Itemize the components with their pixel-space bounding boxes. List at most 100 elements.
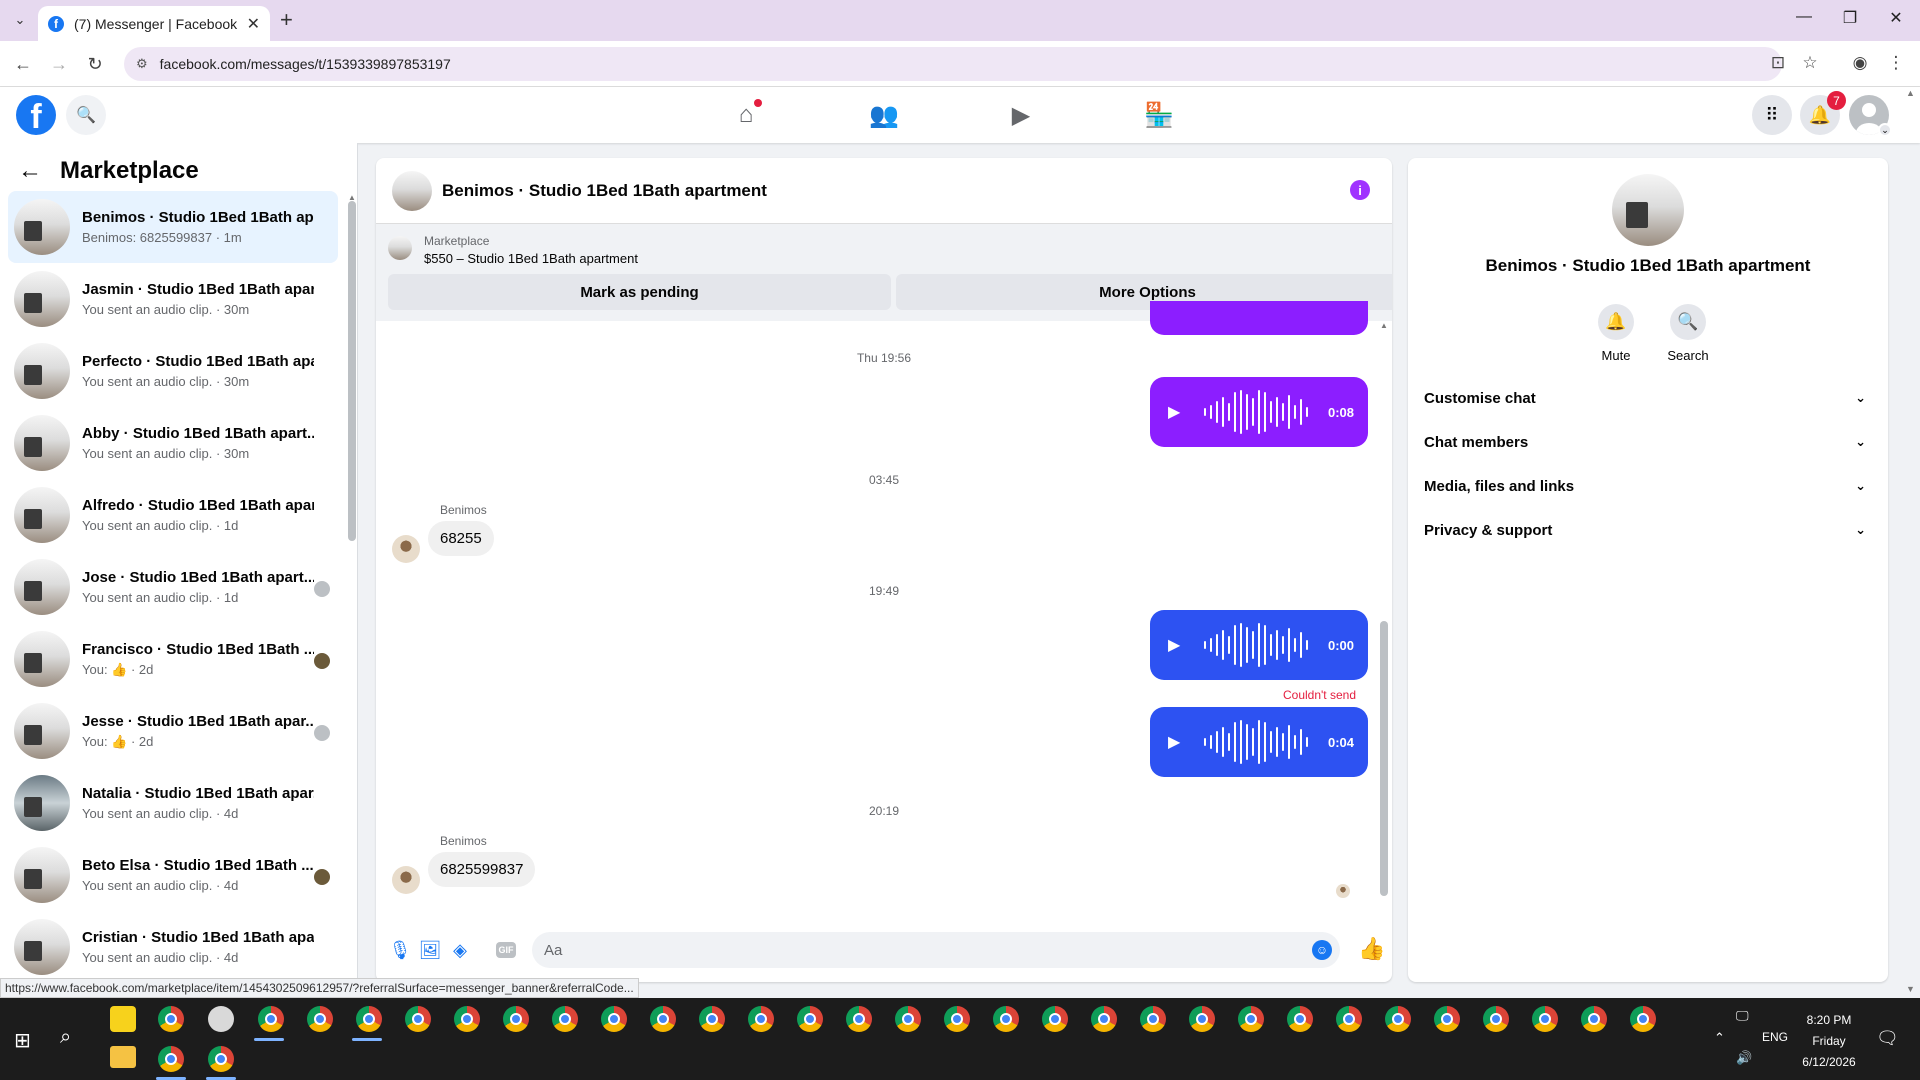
bookmark-star-icon[interactable]: ☆ [1798,53,1822,73]
conversation-item[interactable]: Jasmin · Studio 1Bed 1Bath apart... You s… [8,263,338,335]
play-icon[interactable]: ▶ [1168,635,1196,655]
chrome-window-icon[interactable] [1385,1006,1411,1032]
chrome-window-icon[interactable] [944,1006,970,1032]
chrome-window-icon[interactable] [1042,1006,1068,1032]
play-icon[interactable]: ▶ [1168,732,1196,752]
photo-icon[interactable]: 🖼 [418,938,442,962]
taskbar-clock[interactable]: 8:20 PM Friday 6/12/2026 [1784,1010,1874,1073]
incoming-message[interactable]: 6825599837 [428,852,536,887]
chrome-window-icon[interactable] [356,1006,382,1032]
conversation-item[interactable]: Cristian · Studio 1Bed 1Bath apar... You … [8,911,338,983]
browser-menu-icon[interactable]: ⋮ [1884,53,1908,73]
audio-message-partial[interactable] [1150,301,1368,335]
volume-icon[interactable]: 🔊 [1736,1050,1752,1066]
conversation-item[interactable]: Abby · Studio 1Bed 1Bath apart... You sen… [8,407,338,479]
back-arrow-icon[interactable]: ← [18,157,42,185]
chrome-window-icon[interactable] [1336,1006,1362,1032]
audio-message[interactable]: ▶ 0:00 [1150,610,1368,680]
taskbar-search-icon[interactable]: ⌕ [60,1026,71,1049]
chrome-window-icon[interactable] [208,1046,234,1072]
conversation-item[interactable]: Beto Elsa · Studio 1Bed 1Bath ... You sen… [8,839,338,911]
audio-message[interactable]: ▶ 0:08 [1150,377,1368,447]
tray-chevron-up-icon[interactable]: ⌃ [1714,1030,1725,1046]
chrome-window-icon[interactable] [1091,1006,1117,1032]
notifications-bell-icon[interactable]: 🔔 7 [1800,91,1846,135]
forward-arrow-icon[interactable]: → [46,51,72,77]
chrome-window-icon[interactable] [895,1006,921,1032]
conversation-item[interactable]: Jose · Studio 1Bed 1Bath apart... You sen… [8,551,338,623]
chrome-window-icon[interactable] [601,1006,627,1032]
message-input[interactable]: Aa ☺ [532,932,1340,968]
chrome-window-icon[interactable] [552,1006,578,1032]
file-explorer-icon[interactable] [110,1046,136,1068]
chat-title[interactable]: Benimos · Studio 1Bed 1Bath apartment [442,181,767,201]
address-bar[interactable]: ⚙ facebook.com/messages/t/15393398978531… [124,47,1782,81]
install-app-icon[interactable]: ⊡ [1766,53,1790,73]
new-tab-plus-icon[interactable]: + [280,8,293,32]
page-scroll-down-arrow-icon[interactable]: ▼ [1906,984,1915,994]
chrome-window-icon[interactable] [1434,1006,1460,1032]
customise-chat-row[interactable]: Customise chat ⌄ [1424,380,1872,416]
audio-message[interactable]: ▶ 0:04 [1150,707,1368,777]
minimize-icon[interactable]: — [1784,8,1824,26]
facebook-logo-icon[interactable]: f [16,95,56,135]
notification-center-icon[interactable]: 🗨 [1876,1028,1899,1049]
conversation-item[interactable]: Natalia · Studio 1Bed 1Bath apar... You s… [8,767,338,839]
mute-button[interactable]: 🔔 Mute [1586,304,1646,363]
chrome-window-icon[interactable] [454,1006,480,1032]
chrome-window-icon[interactable] [1581,1006,1607,1032]
chrome-window-icon[interactable] [1630,1006,1656,1032]
chrome-window-icon[interactable] [1189,1006,1215,1032]
chrome-window-icon[interactable] [797,1006,823,1032]
conversation-item[interactable]: Jesse · Studio 1Bed 1Bath apar... You: 👍 … [8,695,338,767]
conversation-item[interactable]: Francisco · Studio 1Bed 1Bath ... You: 👍 … [8,623,338,695]
chrome-window-icon[interactable] [158,1046,184,1072]
site-info-icon[interactable]: ⚙ [136,56,148,72]
account-chevron-down-icon[interactable]: ⌄ [1878,123,1892,137]
video-icon[interactable]: ▶ [999,93,1043,137]
conversation-item[interactable]: Alfredo · Studio 1Bed 1Bath apar... You s… [8,479,338,551]
search-conversation-button[interactable]: 🔍 Search [1658,304,1718,363]
play-icon[interactable]: ▶ [1168,402,1196,422]
chrome-window-icon[interactable] [1287,1006,1313,1032]
media-files-links-row[interactable]: Media, files and links ⌄ [1424,468,1872,504]
tab-list-chevron-icon[interactable]: ⌄ [8,8,32,32]
listing-thumbnail[interactable] [388,236,412,260]
privacy-support-row[interactable]: Privacy & support ⌄ [1424,512,1872,548]
chat-avatar[interactable] [392,170,432,211]
home-icon[interactable]: ⌂ [724,93,768,137]
chrome-window-icon[interactable] [1238,1006,1264,1032]
page-scroll-up-arrow-icon[interactable]: ▲ [1906,88,1915,98]
window-close-icon[interactable]: ✕ [1876,8,1916,28]
network-icon[interactable]: 🖵 [1736,1008,1749,1024]
conversation-item[interactable]: Perfecto · Studio 1Bed 1Bath apa... You s… [8,335,338,407]
profile-icon[interactable]: ◉ [1848,53,1872,73]
conversation-large-avatar[interactable] [1612,174,1684,246]
emoji-icon[interactable]: ☺ [1312,940,1332,960]
thumbs-up-icon[interactable]: 👍 [1358,936,1385,962]
chrome-window-icon[interactable] [405,1006,431,1032]
menu-grid-icon[interactable]: ⠿ [1752,95,1792,135]
chrome-window-icon[interactable] [650,1006,676,1032]
fb-search-icon[interactable]: 🔍 [66,95,106,135]
chrome-window-icon[interactable] [1140,1006,1166,1032]
chrome-app-icon[interactable] [158,1006,184,1032]
chrome-window-icon[interactable] [993,1006,1019,1032]
chrome-window-icon[interactable] [748,1006,774,1032]
tab-close-icon[interactable]: ✕ [247,14,260,34]
gif-icon[interactable]: GIF [496,942,516,958]
back-arrow-icon[interactable]: ← [10,51,36,77]
friends-icon[interactable]: 👥 [862,93,906,137]
chrome-window-icon[interactable] [1532,1006,1558,1032]
chrome-window-icon[interactable] [258,1006,284,1032]
sidebar-scrollbar[interactable] [348,201,356,541]
windows-start-icon[interactable]: ⊞ [14,1028,31,1053]
conversation-item[interactable]: Benimos · Studio 1Bed 1Bath apa... Benimo… [8,191,338,263]
mark-as-pending-button[interactable]: Mark as pending [388,274,891,310]
sticker-icon[interactable]: ◈ [448,938,472,962]
chrome-window-icon[interactable] [699,1006,725,1032]
message-scrollbar[interactable] [1380,621,1388,896]
incoming-message[interactable]: 68255 [428,521,494,556]
reload-icon[interactable]: ↻ [82,51,108,77]
chrome-window-icon[interactable] [1483,1006,1509,1032]
